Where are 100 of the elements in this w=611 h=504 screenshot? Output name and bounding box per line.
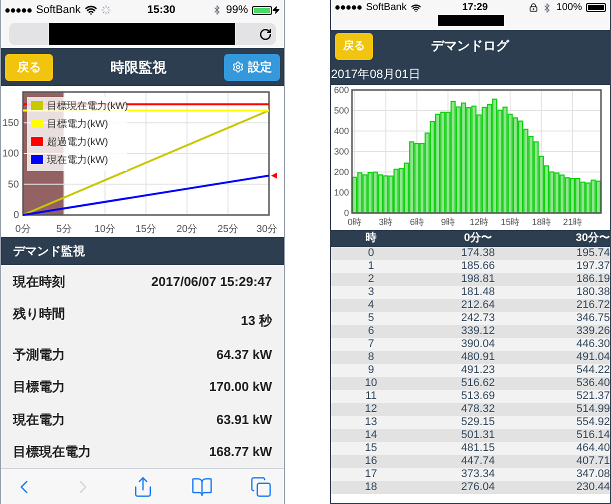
table-cell-text: 491.23 — [460, 364, 496, 377]
table-cell-text: 514.99 — [575, 403, 610, 416]
table-cell-text: 516.14 — [575, 429, 610, 442]
address-bar[interactable] — [9, 23, 276, 45]
y-axis-label: 300 — [334, 146, 349, 156]
legend-label: 超過電力(kW) — [47, 137, 108, 148]
y-axis-label: 0 — [13, 210, 19, 221]
row-label: 現在電力 — [13, 410, 65, 428]
table-cell-text: 339.12 — [460, 325, 496, 338]
settings-button[interactable]: 設定 — [224, 54, 280, 80]
column-header: 30分〜 — [574, 230, 610, 246]
column-header: 0分〜 — [462, 230, 494, 246]
clock-time: 17:29 — [462, 1, 488, 15]
table-cell-text: 12 — [364, 403, 378, 416]
y-axis-label: 50 — [8, 179, 19, 190]
table-cell-text: 5 — [366, 312, 376, 325]
row-label: 残り時間 — [13, 305, 65, 323]
x-axis-label: 9時 — [440, 217, 455, 227]
row-label: 現在時刻 — [13, 272, 65, 290]
x-axis-label: 18時 — [532, 217, 551, 227]
table-cell-text: 10 — [364, 377, 378, 390]
log-date: 2017年08月01日 — [331, 66, 420, 82]
settings-icon — [232, 61, 244, 73]
x-axis-label: 10分 — [94, 224, 116, 235]
table-cell-text: 2 — [366, 273, 376, 286]
y-axis-label: 0 — [344, 208, 349, 218]
row-value: 63.91 kW — [216, 410, 272, 428]
back-button[interactable]: 戻る — [335, 32, 373, 60]
x-axis-label: 0分 — [15, 224, 31, 235]
table-cell-text: 3 — [366, 286, 376, 299]
table-cell-text: 346.75 — [575, 312, 610, 325]
table-cell-text: 242.73 — [460, 312, 496, 325]
table-cell-text: 9 — [366, 364, 376, 377]
table-cell-text: 407.71 — [575, 455, 610, 468]
x-axis-label: 3時 — [378, 217, 393, 227]
battery-percent: 99% — [226, 2, 248, 18]
section-title: デマンド監視 — [13, 243, 85, 260]
table-cell-text: 464.40 — [575, 442, 610, 455]
table-cell-text: 185.66 — [460, 260, 496, 273]
bluetooth-icon — [542, 2, 552, 12]
table-cell-text: 544.22 — [575, 364, 610, 377]
table-cell-text: 373.34 — [460, 468, 496, 481]
y-axis-label: 100 — [2, 148, 19, 160]
y-axis-label: 500 — [334, 106, 349, 116]
pointer-triangle-icon — [271, 172, 277, 179]
row-label: 予測電力 — [13, 346, 65, 364]
table-cell-text: 554.92 — [575, 416, 610, 429]
table-cell-text: 0 — [366, 247, 376, 260]
loading-spinner-icon — [100, 5, 111, 15]
redaction-bar — [438, 15, 504, 26]
table-cell-text: 1 — [366, 260, 376, 273]
table-cell-text: 186.19 — [575, 273, 610, 286]
table-cell-text: 7 — [366, 338, 376, 351]
tabs-icon[interactable] — [250, 476, 272, 498]
table-cell-text: 216.72 — [575, 299, 610, 312]
row-label: 目標現在電力 — [13, 443, 91, 461]
table-cell-text: 536.40 — [575, 377, 610, 390]
table-cell-text: 13 — [364, 416, 378, 429]
legend-swatch — [31, 119, 43, 128]
legend-swatch — [31, 101, 43, 110]
legend-label: 現在電力(kW) — [47, 155, 108, 166]
table-cell-text: 339.26 — [575, 325, 610, 338]
carrier-name: SoftBank — [36, 2, 81, 18]
table-cell-text: 181.48 — [460, 286, 496, 299]
y-axis-label: 200 — [334, 167, 349, 177]
x-axis-label: 25分 — [217, 224, 239, 235]
x-axis-label: 5分 — [56, 224, 72, 235]
table-cell-text: 446.30 — [575, 338, 610, 351]
lock-icon — [529, 3, 538, 12]
x-axis-label: 20分 — [176, 224, 198, 235]
table-cell-text: 529.15 — [460, 416, 496, 429]
table-cell-text: 17 — [364, 468, 378, 481]
table-cell-text: 15 — [364, 442, 378, 455]
table-cell-text: 516.62 — [460, 377, 496, 390]
table-cell-text: 480.91 — [460, 351, 496, 364]
x-axis-label: 30分 — [256, 224, 278, 235]
row-value: 170.00 kW — [209, 378, 272, 396]
table-cell-text: 198.81 — [460, 273, 496, 286]
bluetooth-icon — [212, 5, 222, 15]
table-cell-text: 174.38 — [460, 247, 496, 260]
y-axis-label: 100 — [334, 188, 349, 198]
table-cell-text: 230.44 — [575, 481, 610, 494]
table-cell-text: 481.15 — [460, 442, 496, 455]
x-axis-label: 15分 — [135, 224, 157, 235]
table-cell-text: 18 — [364, 481, 378, 494]
x-axis-label: 21時 — [562, 217, 582, 227]
table-cell-text: 180.38 — [575, 286, 610, 299]
row-label: 目標電力 — [13, 378, 65, 396]
bookmarks-icon[interactable] — [190, 476, 213, 498]
y-axis-label: 600 — [334, 85, 349, 95]
row-value: 168.77 kW — [209, 443, 272, 461]
table-cell-text: 8 — [366, 351, 376, 364]
wifi-icon — [410, 2, 421, 12]
back-button[interactable]: 戻る — [5, 54, 53, 80]
reload-icon[interactable] — [259, 28, 272, 40]
legend-swatch — [31, 155, 43, 164]
battery-percent: 100% — [556, 1, 582, 15]
table-cell-text: 447.74 — [460, 455, 496, 468]
signal-dots-icon — [5, 8, 32, 12]
wifi-icon — [84, 4, 97, 16]
